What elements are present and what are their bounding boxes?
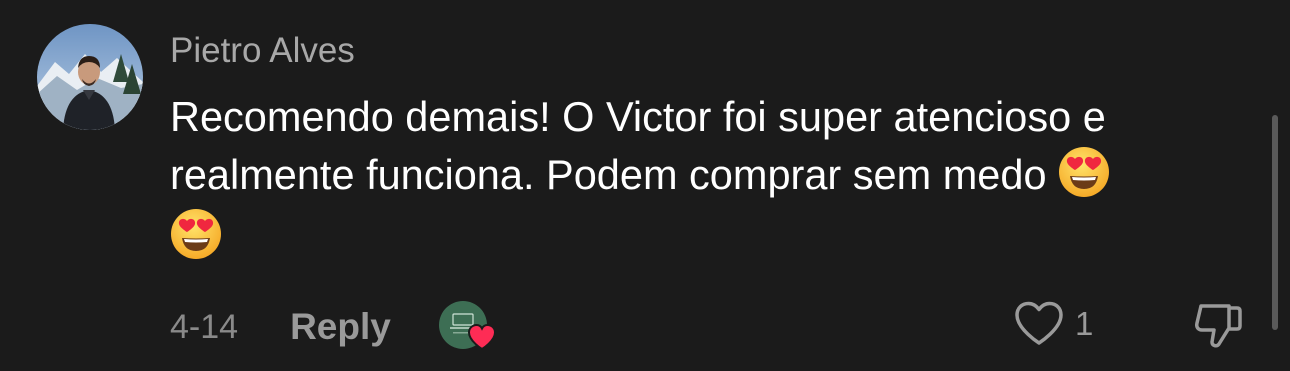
comment-text-line-2: realmente funciona. Podem comprar sem me… <box>170 151 1047 198</box>
comment-item: Pietro Alves Recomendo demais! O Victor … <box>0 0 1290 371</box>
comment-text: Recomendo demais! O Victor foi super ate… <box>170 88 1250 266</box>
like-count: 1 <box>1075 305 1094 342</box>
dislike-button[interactable] <box>1193 300 1243 355</box>
scrollbar[interactable] <box>1272 115 1278 330</box>
comment-meta: 4-14 Reply <box>170 301 496 353</box>
heart-eyes-emoji-icon <box>171 209 221 259</box>
creator-liked-badge <box>438 301 496 353</box>
comment-date: 4-14 <box>170 307 239 346</box>
avatar[interactable] <box>37 24 143 130</box>
heart-icon <box>467 323 496 351</box>
heart-outline-icon <box>1015 301 1063 345</box>
avatar-image <box>37 24 143 130</box>
heart-eyes-emoji-icon <box>1059 147 1110 197</box>
like-button[interactable]: 1 <box>1013 300 1093 348</box>
reply-button[interactable]: Reply <box>290 306 391 348</box>
comment-author[interactable]: Pietro Alves <box>170 30 355 72</box>
comment-text-line-1: Recomendo demais! O Victor foi super ate… <box>170 93 1106 140</box>
comment-text-line-2-wrap: realmente funciona. Podem comprar sem me… <box>170 146 1250 204</box>
thumbs-down-icon <box>1195 304 1242 348</box>
comment-emoji-line <box>170 208 1250 266</box>
